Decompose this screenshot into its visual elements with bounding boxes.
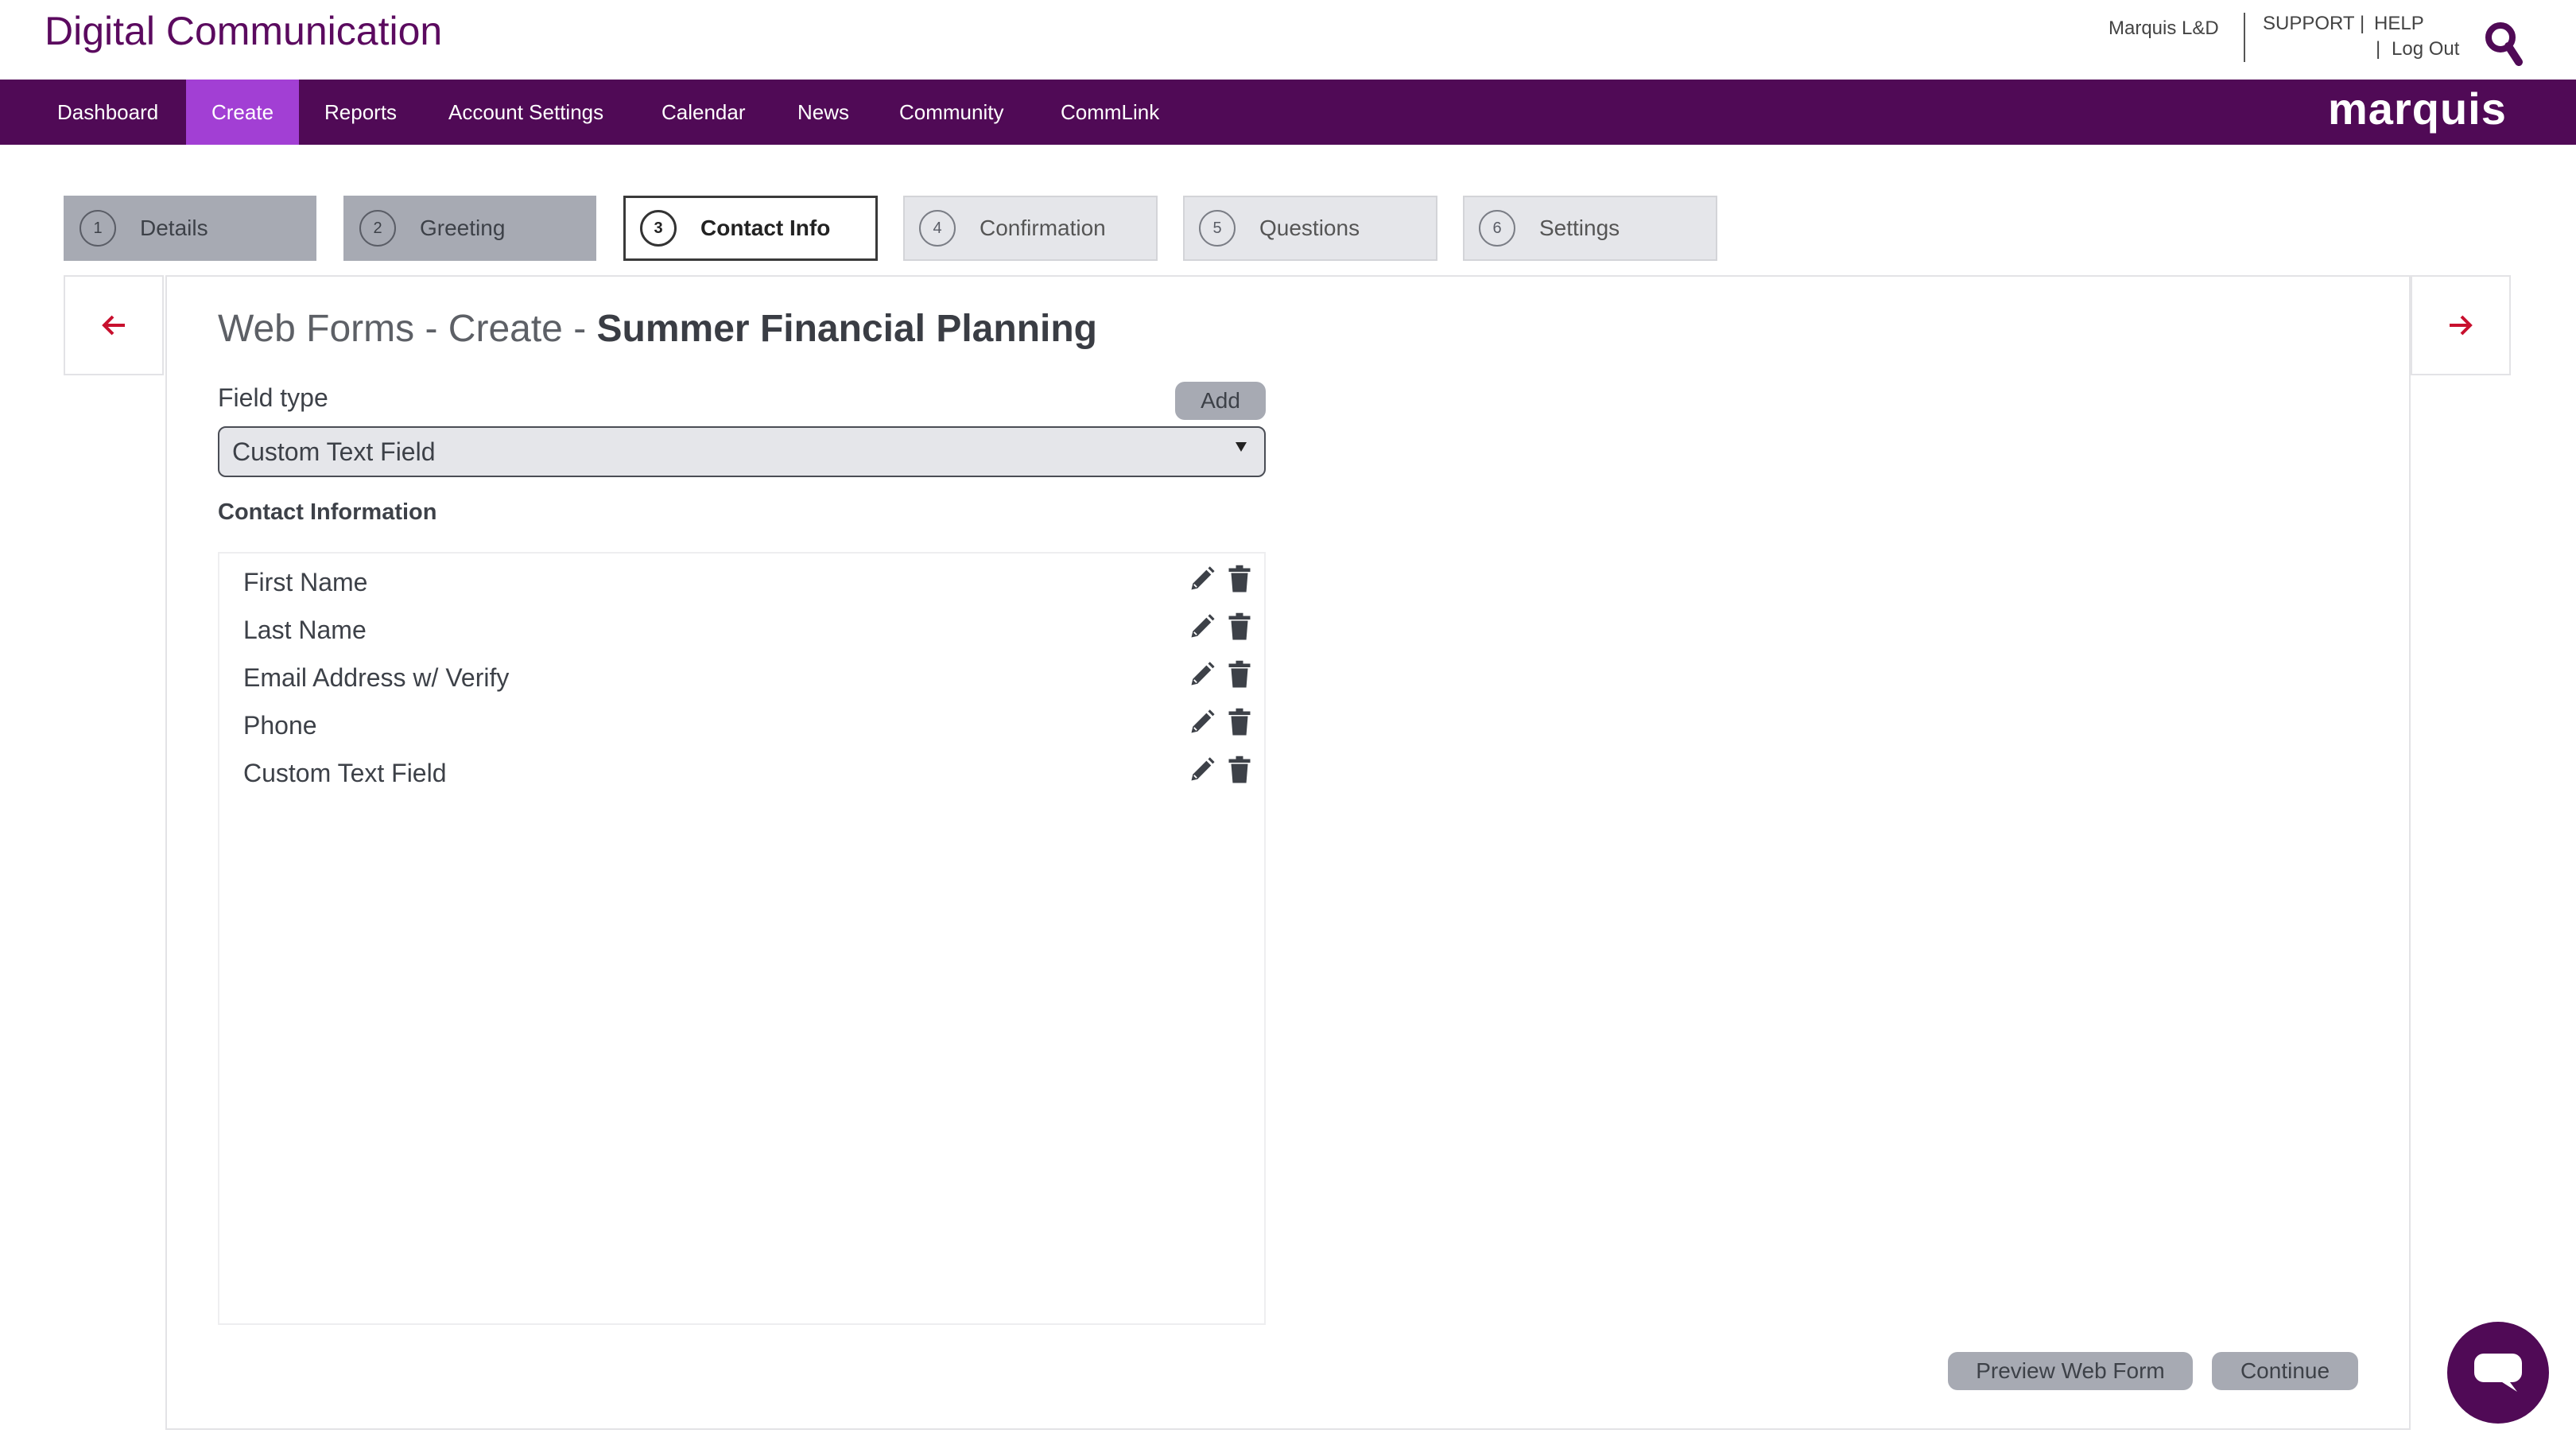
step-number: 4 — [919, 210, 956, 247]
page-title: Web Forms - Create - Summer Financial Pl… — [218, 307, 1097, 351]
link-separator: | — [2360, 13, 2365, 34]
nav-account-settings[interactable]: Account Settings — [423, 80, 629, 145]
arrow-left-icon — [102, 315, 125, 336]
step-number: 3 — [640, 210, 677, 247]
next-step-button[interactable] — [2411, 275, 2511, 375]
arrow-right-icon — [2450, 315, 2473, 336]
nav-create[interactable]: Create — [186, 80, 300, 145]
pencil-icon[interactable] — [1188, 708, 1216, 736]
step-number: 1 — [80, 210, 116, 247]
field-name: Custom Text Field — [243, 759, 447, 787]
step-label: Contact Info — [700, 216, 831, 240]
marquis-logo: marquis — [2328, 84, 2507, 134]
step-number: 2 — [359, 210, 396, 247]
nav-commlink[interactable]: CommLink — [1035, 80, 1185, 145]
pencil-icon[interactable] — [1188, 612, 1216, 641]
field-name: Last Name — [243, 616, 367, 644]
nav-news[interactable]: News — [772, 80, 875, 145]
chat-button[interactable] — [2447, 1322, 2549, 1424]
nav-calendar[interactable]: Calendar — [636, 80, 771, 145]
list-item[interactable]: Email Address w/ Verify — [243, 652, 1253, 700]
support-link[interactable]: SUPPORT — [2263, 13, 2355, 35]
contact-information-heading: Contact Information — [218, 499, 437, 525]
search-icon[interactable] — [2484, 19, 2524, 68]
title-form-name: Summer Financial Planning — [596, 308, 1097, 350]
step-label: Settings — [1539, 216, 1620, 240]
step-label: Greeting — [420, 216, 506, 240]
field-name: First Name — [243, 568, 368, 596]
field-type-select[interactable]: Custom Text Field — [218, 426, 1266, 477]
step-number: 6 — [1479, 210, 1515, 247]
step-details[interactable]: 1 Details — [64, 196, 316, 261]
pencil-icon[interactable] — [1188, 565, 1216, 593]
trash-icon[interactable] — [1228, 708, 1251, 736]
field-name: Email Address w/ Verify — [243, 663, 510, 692]
step-label: Details — [140, 216, 208, 240]
nav-dashboard[interactable]: Dashboard — [32, 80, 184, 145]
logout-link[interactable]: Log Out — [2392, 38, 2459, 60]
field-type-label: Field type — [218, 383, 328, 412]
step-questions[interactable]: 5 Questions — [1183, 196, 1437, 261]
trash-icon[interactable] — [1228, 756, 1251, 784]
step-greeting[interactable]: 2 Greeting — [343, 196, 596, 261]
nav-community[interactable]: Community — [874, 80, 1029, 145]
trash-icon[interactable] — [1228, 660, 1251, 689]
title-prefix: Web Forms - Create - — [218, 308, 597, 350]
header-divider — [2244, 13, 2245, 62]
add-field-button[interactable]: Add — [1175, 382, 1266, 420]
step-label: Confirmation — [980, 216, 1106, 240]
chat-icon — [2474, 1354, 2522, 1392]
step-settings[interactable]: 6 Settings — [1463, 196, 1717, 261]
step-contact-info[interactable]: 3 Contact Info — [623, 196, 878, 261]
app-title: Digital Communication — [45, 9, 443, 53]
preview-web-form-button[interactable]: Preview Web Form — [1948, 1352, 2193, 1390]
list-item[interactable]: First Name — [243, 557, 1253, 604]
caret-down-icon[interactable] — [1236, 442, 1247, 452]
list-item[interactable]: Phone — [243, 700, 1253, 748]
user-name: Marquis L&D — [2109, 17, 2219, 39]
pencil-icon[interactable] — [1188, 756, 1216, 784]
list-item[interactable]: Last Name — [243, 604, 1253, 652]
help-link[interactable]: HELP — [2374, 13, 2424, 35]
step-label: Questions — [1259, 216, 1360, 240]
step-number: 5 — [1199, 210, 1236, 247]
step-confirmation[interactable]: 4 Confirmation — [903, 196, 1158, 261]
continue-button[interactable]: Continue — [2212, 1352, 2358, 1390]
nav-reports[interactable]: Reports — [299, 80, 422, 145]
link-separator: | — [2376, 38, 2381, 60]
pencil-icon[interactable] — [1188, 660, 1216, 689]
trash-icon[interactable] — [1228, 612, 1251, 641]
field-name: Phone — [243, 711, 317, 740]
previous-step-button[interactable] — [64, 275, 164, 375]
list-item[interactable]: Custom Text Field — [243, 748, 1253, 795]
trash-icon[interactable] — [1228, 565, 1251, 593]
